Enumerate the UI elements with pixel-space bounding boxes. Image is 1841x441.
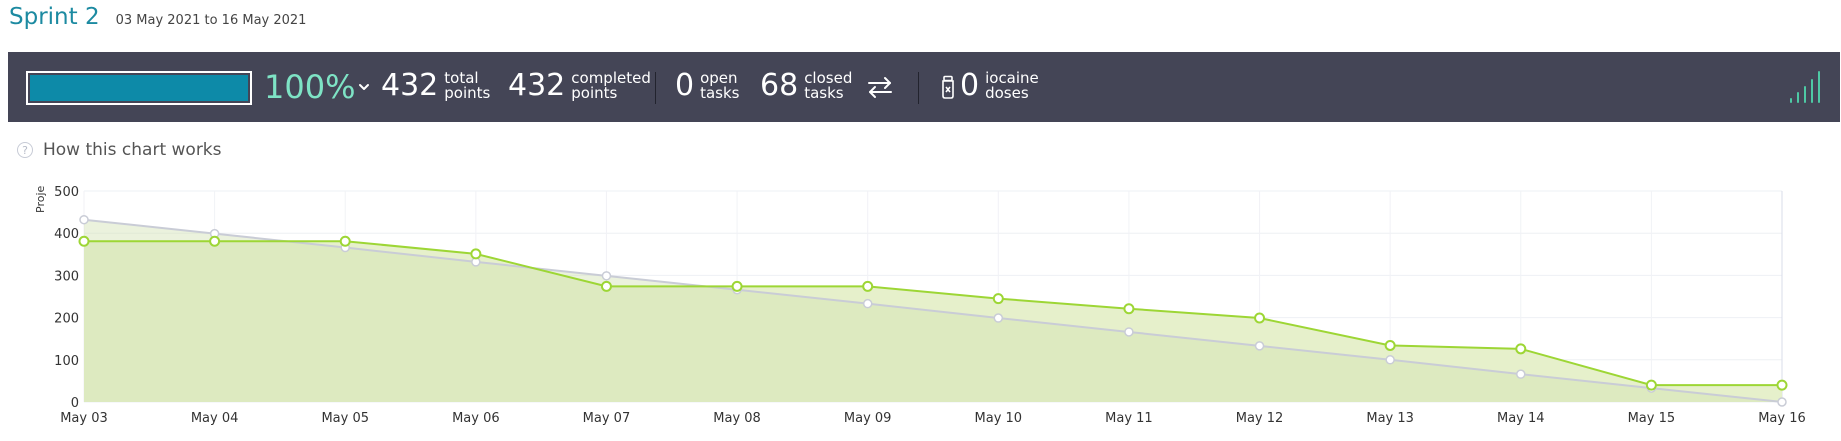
progress-percent: 100%	[264, 68, 356, 106]
x-tick-label: May 11	[1105, 411, 1153, 426]
x-tick-label: May 16	[1758, 411, 1806, 426]
progress-bar	[26, 71, 252, 105]
real-point	[862, 280, 874, 292]
sprint-header: Sprint 2 03 May 2021 to 16 May 2021	[9, 4, 306, 36]
total-points-stat: 432 total points	[381, 66, 490, 106]
x-tick-label: May 07	[583, 411, 631, 426]
x-tick-label: May 14	[1497, 411, 1545, 426]
bar-graph-icon[interactable]	[1788, 68, 1822, 104]
real-point	[1645, 379, 1657, 391]
x-tick-label: May 13	[1366, 411, 1414, 426]
completed-points-stat: 432 completed points	[508, 66, 651, 106]
closed-tasks-stat: 68 closed tasks	[760, 66, 852, 106]
x-tick-label: May 03	[60, 411, 108, 426]
x-tick-label: May 15	[1628, 411, 1676, 426]
how-chart-works-label: How this chart works	[43, 140, 222, 160]
y-tick-label: 300	[54, 269, 79, 284]
sprint-dates: 03 May 2021 to 16 May 2021	[115, 13, 307, 28]
ideal-point	[1385, 355, 1395, 365]
real-point	[1776, 379, 1788, 391]
open-tasks-stat: 0 open tasks	[675, 66, 739, 106]
iocaine-stat: 0 iocaine doses	[960, 66, 1039, 106]
y-tick-label: 0	[71, 396, 79, 411]
y-tick-label: 100	[54, 354, 79, 369]
real-point	[1254, 312, 1266, 324]
open-tasks-label: open tasks	[700, 69, 740, 102]
help-icon: ?	[17, 142, 33, 158]
y-tick-label: 500	[54, 185, 79, 200]
completed-points-label: completed points	[571, 69, 651, 102]
ideal-point	[1124, 327, 1134, 337]
real-point	[731, 280, 743, 292]
progress-bar-fill	[30, 75, 248, 101]
real-point	[339, 235, 351, 247]
x-tick-label: May 08	[713, 411, 761, 426]
open-tasks-value: 0	[675, 68, 695, 103]
ideal-point	[1254, 341, 1265, 351]
completed-points-value: 432	[508, 68, 566, 103]
how-chart-works-link[interactable]: ? How this chart works	[17, 140, 222, 160]
divider	[655, 72, 656, 104]
divider	[918, 72, 919, 104]
burndown-chart: 0 100 200 300 400 500 May 03 May 04 May 05 May 06…	[34, 185, 1806, 426]
total-points-value: 432	[381, 68, 439, 103]
y-tick-label: 200	[54, 312, 79, 327]
real-point	[1123, 303, 1135, 315]
ideal-point	[601, 271, 612, 281]
closed-tasks-label: closed tasks	[804, 69, 853, 102]
sprint-stats-bar: 100% 432 total points 432 completed points…	[8, 52, 1840, 122]
x-tick-label: May 10	[975, 411, 1023, 426]
ideal-point	[862, 298, 873, 309]
real-point	[78, 235, 90, 247]
closed-tasks-value: 68	[760, 68, 799, 103]
x-tick-label: May 06	[452, 411, 500, 426]
x-tick-label: May 12	[1236, 411, 1284, 426]
y-tick-label: 400	[54, 227, 79, 242]
ideal-point	[993, 313, 1004, 323]
iocaine-value: 0	[960, 68, 980, 103]
ideal-point	[79, 214, 89, 225]
iocaine-jar-icon	[942, 75, 954, 99]
sprint-title[interactable]: Sprint 2	[9, 4, 100, 30]
iocaine-label: iocaine doses	[985, 69, 1039, 102]
y-axis-label: Proje	[34, 185, 47, 213]
real-point	[600, 280, 612, 292]
ideal-point	[1516, 369, 1526, 379]
x-tick-label: May 05	[321, 411, 369, 426]
ideal-point	[1777, 397, 1787, 407]
x-tick-label: May 04	[191, 411, 239, 426]
x-tick-label: May 09	[844, 411, 892, 426]
total-points-label: total points	[444, 69, 491, 102]
real-point	[1384, 339, 1396, 351]
real-point	[1515, 343, 1527, 355]
real-point	[470, 248, 482, 260]
chevron-down-icon[interactable]	[357, 80, 371, 94]
real-point	[209, 235, 221, 247]
swap-icon[interactable]	[866, 74, 894, 100]
real-point	[992, 293, 1004, 305]
